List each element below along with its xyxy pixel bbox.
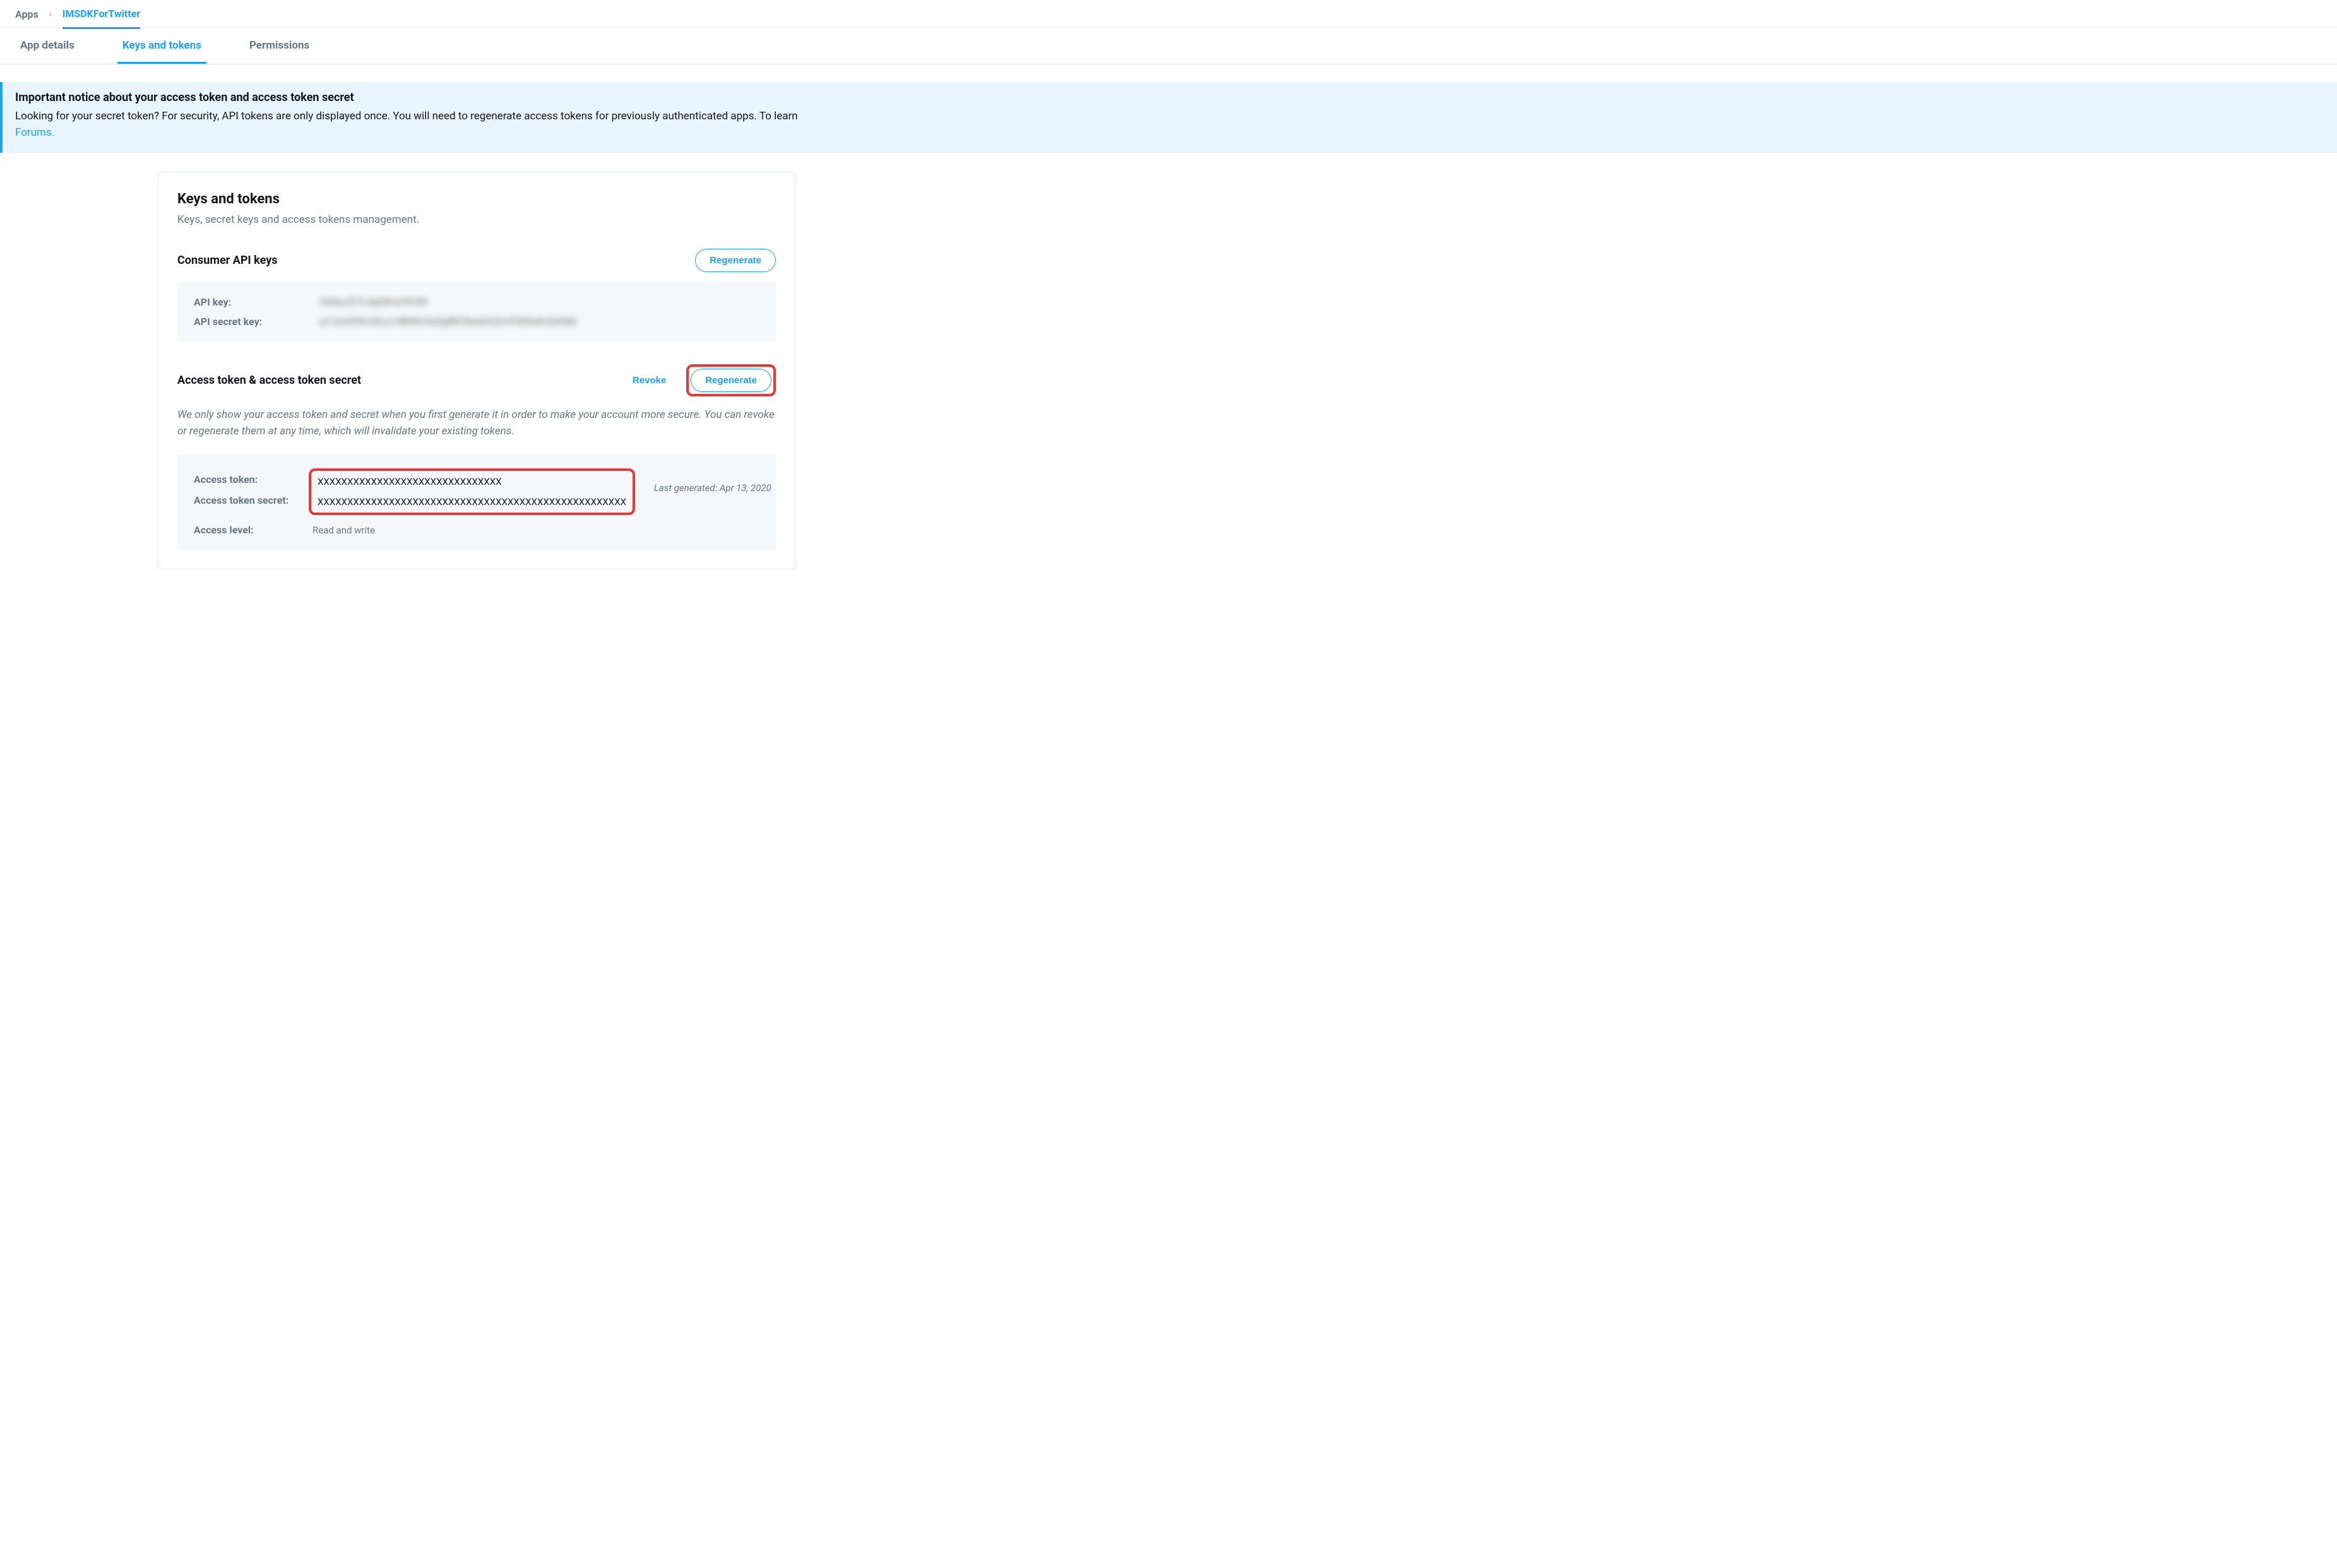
notice-forums-link[interactable]: Forums. bbox=[15, 126, 54, 139]
access-note: We only show your access token and secre… bbox=[177, 407, 776, 440]
panel-title: Keys and tokens bbox=[177, 191, 776, 207]
consumer-section-head: Consumer API keys Regenerate bbox=[177, 249, 776, 272]
access-token-block: Access token: Access token secret: XXXXX… bbox=[177, 454, 776, 550]
access-token-secret-label: Access token secret: bbox=[194, 494, 312, 506]
api-secret-value: p7Jxm09OvQLu1d8WmVq3gRlCtbaeH2ZnYf4ISoKc… bbox=[320, 316, 577, 327]
chevron-right-icon bbox=[47, 9, 54, 20]
api-secret-label: API secret key: bbox=[194, 316, 320, 328]
consumer-title: Consumer API keys bbox=[177, 254, 278, 267]
access-section-head: Access token & access token secret Revok… bbox=[177, 364, 776, 396]
api-key-label: API key: bbox=[194, 296, 320, 308]
keys-tokens-panel: Keys and tokens Keys, secret keys and ac… bbox=[158, 172, 795, 570]
tabs: App details Keys and tokens Permissions bbox=[0, 27, 2337, 64]
revoke-button[interactable]: Revoke bbox=[624, 369, 675, 391]
api-key-value: XAduJZ7L4aD8rwI9U5d bbox=[320, 296, 427, 307]
access-level-value: Read and write bbox=[312, 525, 375, 536]
access-token-secret-value: XXXXXXXXXXXXXXXXXXXXXXXXXXXXXXXXXXXXXXXX… bbox=[318, 496, 626, 508]
consumer-keys-block: API key: XAduJZ7L4aD8rwI9U5d API secret … bbox=[177, 282, 776, 342]
api-key-row: API key: XAduJZ7L4aD8rwI9U5d bbox=[194, 296, 759, 308]
tab-permissions[interactable]: Permissions bbox=[244, 28, 314, 64]
regenerate-access-button[interactable]: Regenerate bbox=[691, 369, 771, 392]
last-generated: Last generated: Apr 13, 2020 bbox=[635, 468, 771, 494]
breadcrumb-apps-link[interactable]: Apps bbox=[15, 8, 39, 20]
api-secret-row: API secret key: p7Jxm09OvQLu1d8WmVq3gRlC… bbox=[194, 316, 759, 328]
access-token-label: Access token: bbox=[194, 473, 312, 485]
notice-banner: Important notice about your access token… bbox=[0, 82, 2337, 153]
token-values-highlight: XXXXXXXXXXXXXXXXXXXXXXXXXXXXXXX XXXXXXXX… bbox=[309, 468, 635, 515]
access-actions: Revoke Regenerate bbox=[624, 364, 776, 396]
access-level-label: Access level: bbox=[194, 524, 312, 536]
notice-body: Looking for your secret token? For secur… bbox=[15, 108, 2324, 141]
notice-text: Looking for your secret token? For secur… bbox=[15, 110, 798, 122]
breadcrumb: Apps IMSDKForTwitter bbox=[0, 0, 2337, 27]
tab-keys-tokens[interactable]: Keys and tokens bbox=[117, 28, 206, 64]
breadcrumb-current: IMSDKForTwitter bbox=[62, 8, 140, 29]
access-title: Access token & access token secret bbox=[177, 374, 361, 387]
tab-app-details[interactable]: App details bbox=[15, 28, 80, 64]
access-token-value: XXXXXXXXXXXXXXXXXXXXXXXXXXXXXXX bbox=[318, 476, 626, 487]
regenerate-consumer-button[interactable]: Regenerate bbox=[695, 249, 776, 272]
panel-subtitle: Keys, secret keys and access tokens mana… bbox=[177, 213, 776, 226]
regenerate-highlight: Regenerate bbox=[686, 364, 776, 396]
access-left: Access token: Access token secret: XXXXX… bbox=[194, 468, 635, 536]
notice-title: Important notice about your access token… bbox=[15, 91, 2324, 104]
